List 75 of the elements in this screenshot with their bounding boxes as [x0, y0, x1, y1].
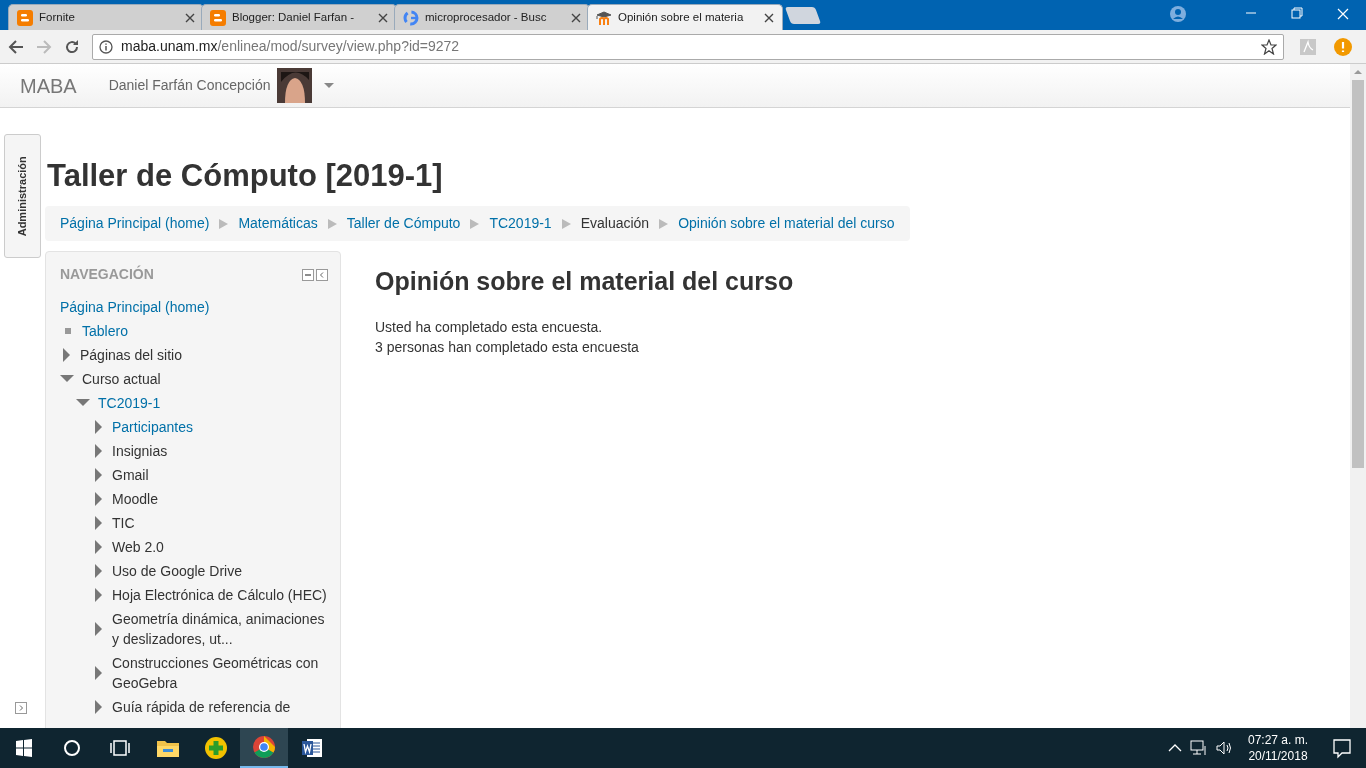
block-title: NAVEGACIÓN — [60, 264, 154, 284]
separator-triangle-icon — [561, 218, 571, 229]
navigation-item[interactable]: Insignias — [112, 440, 168, 462]
tab-title: microprocesador - Busc — [425, 9, 548, 25]
navigation-item[interactable]: Geometría dinámica, animaciones y deslizadores, ut... — [112, 608, 328, 650]
navigation-link[interactable]: TC2019-1 — [98, 392, 161, 414]
navigation-item[interactable]: Curso actual — [82, 368, 161, 390]
back-arrow-icon[interactable] — [8, 38, 24, 55]
chrome-icon — [252, 735, 276, 759]
navigation-item[interactable]: Construcciones Geométricas con GeoGebra — [112, 652, 328, 694]
blog-icon — [17, 9, 33, 26]
url-text: maba.unam.mx/enlinea/mod/survey/view.php?id=9272 — [121, 37, 461, 56]
navigation-item[interactable]: Uso de Google Drive — [112, 560, 242, 582]
new-tab-button[interactable] — [784, 7, 822, 24]
navigation-item[interactable]: Páginas del sitio — [80, 344, 182, 366]
star-icon[interactable] — [1261, 38, 1277, 55]
caret-up-icon[interactable] — [1167, 743, 1182, 753]
reload-icon[interactable] — [64, 38, 80, 55]
breadcrumb-link[interactable]: Opinión sobre el material del curso — [678, 213, 895, 234]
status-text: Usted ha completado esta encuesta. — [375, 317, 604, 337]
plus-icon — [204, 736, 228, 760]
separator-triangle-icon — [327, 218, 337, 229]
profile-icon[interactable] — [1170, 6, 1186, 22]
tab-title: Opinión sobre el materia — [618, 9, 745, 25]
browser-tab[interactable]: Blogger: Daniel Farfan - — [201, 4, 397, 30]
close-icon[interactable] — [185, 12, 195, 23]
separator-triangle-icon — [659, 218, 669, 229]
administration-tab[interactable]: Administración — [4, 134, 41, 258]
clock-date[interactable]: 20/11/2018 — [1248, 748, 1308, 764]
dock-icon[interactable] — [15, 702, 27, 714]
survey-title: Opinión sobre el material del curso — [375, 266, 794, 297]
navigation-item[interactable]: Moodle — [112, 488, 158, 510]
blog-icon — [210, 9, 226, 26]
breadcrumb-link[interactable]: Matemáticas — [238, 213, 318, 234]
course-title: Taller de Cómputo [2019-1] — [47, 158, 444, 194]
breadcrumb-link[interactable]: Taller de Cómputo — [346, 213, 461, 234]
info-icon — [99, 39, 113, 54]
user-name[interactable]: Daniel Farfán Concepción — [108, 75, 271, 96]
mortarboard-m-icon — [596, 9, 612, 26]
navigation-item[interactable]: Guía rápida de referencia de — [112, 696, 291, 718]
browser-tab[interactable]: Fornite — [8, 4, 204, 30]
navigation-item[interactable]: Web 2.0 — [112, 536, 164, 558]
breadcrumb-link[interactable]: Página Principal (home) — [60, 213, 210, 234]
close-icon[interactable] — [764, 12, 774, 23]
minimize-icon[interactable] — [302, 268, 314, 281]
google-g-icon — [403, 9, 419, 26]
close-icon[interactable] — [378, 12, 388, 23]
site-brand[interactable]: MABA — [20, 70, 77, 101]
navigation-link[interactable]: Página Principal (home) — [60, 299, 210, 315]
tab-title: Blogger: Daniel Farfan - — [232, 9, 356, 25]
speaker-icon[interactable] — [1215, 740, 1234, 756]
network-icon[interactable] — [1189, 740, 1208, 756]
bullet-icon — [65, 328, 71, 334]
separator-triangle-icon — [219, 218, 229, 229]
breadcrumb-text: Evaluación — [580, 214, 650, 233]
clock-time[interactable]: 07:27 a. m. — [1247, 732, 1308, 748]
caret-icon[interactable] — [323, 82, 334, 89]
folder-icon — [157, 739, 179, 757]
browser-tab[interactable]: microprocesador - Busc — [394, 4, 590, 30]
browser-tab[interactable]: Opinión sobre el materia — [587, 4, 783, 30]
dock-left-icon[interactable] — [316, 268, 328, 281]
navigation-item[interactable]: TIC — [112, 512, 135, 534]
close-icon[interactable] — [571, 12, 581, 23]
document-w-icon — [301, 737, 323, 759]
navigation-link[interactable]: Tablero — [82, 320, 128, 342]
tab-title: Fornite — [39, 9, 76, 25]
separator-triangle-icon — [470, 218, 480, 229]
scrollbar[interactable] — [1350, 64, 1366, 728]
navigation-item[interactable]: Gmail — [112, 464, 149, 486]
breadcrumb-link[interactable]: TC2019-1 — [489, 213, 552, 234]
status-text: 3 personas han completado esta encuesta — [375, 337, 640, 357]
address-bar[interactable]: maba.unam.mx/enlinea/mod/survey/view.php?id=9272 — [92, 33, 1284, 60]
avatar[interactable] — [276, 68, 312, 103]
navigation-item[interactable]: Hoja Electrónica de Cálculo (HEC) — [112, 584, 327, 606]
navigation-link[interactable]: Participantes — [112, 416, 193, 438]
